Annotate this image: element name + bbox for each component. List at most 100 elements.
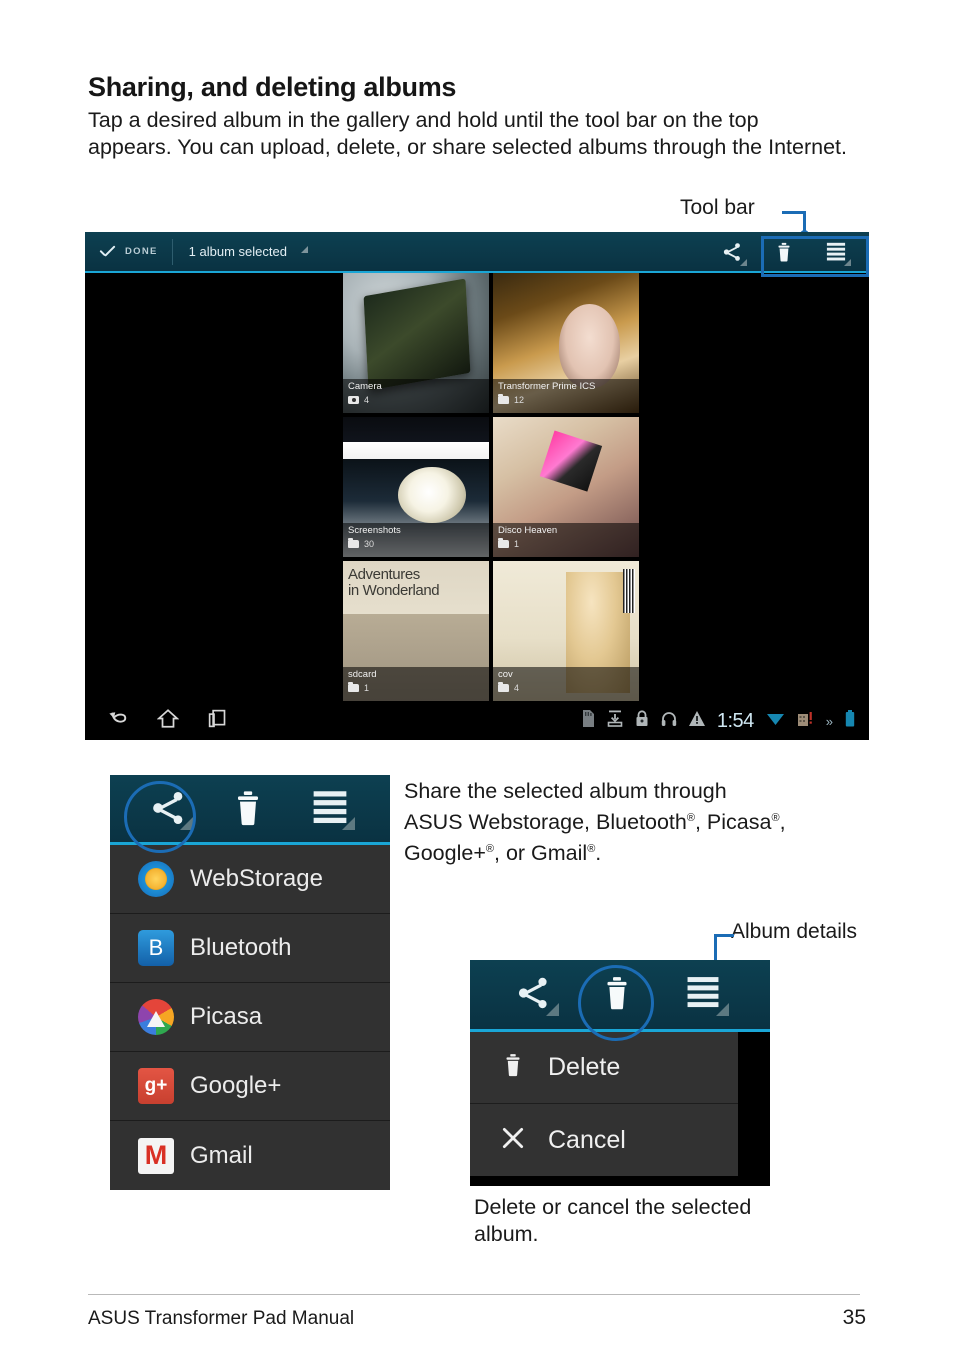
folder-icon	[498, 393, 509, 404]
album-name: Disco Heaven	[498, 525, 558, 536]
menu-icon[interactable]	[309, 788, 356, 830]
android-navigation-bar: 1:54 »	[85, 702, 869, 740]
share-item-label: WebStorage	[190, 865, 323, 892]
googleplus-icon	[138, 1068, 174, 1104]
share-description: Share the selected album through ASUS Web…	[404, 779, 786, 866]
close-icon	[500, 1125, 526, 1156]
album-tile[interactable]: cov 4	[493, 561, 639, 701]
album-caption: Transformer Prime ICS 12	[493, 379, 639, 413]
footer-divider	[88, 1294, 860, 1295]
footer-manual-title: ASUS Transformer Pad Manual	[88, 1308, 355, 1329]
share-item-googleplus[interactable]: Google+	[110, 1052, 390, 1121]
album-count: 4	[364, 395, 370, 405]
folder-icon	[498, 537, 509, 548]
share-item-label: Gmail	[190, 1141, 253, 1169]
page-title: Sharing, and deleting albums	[88, 72, 457, 102]
gallery-toolbar: DONE 1 album selected	[85, 232, 869, 273]
share-icon[interactable]	[721, 241, 747, 266]
footer-page-number: 35	[842, 1306, 866, 1329]
back-icon[interactable]	[107, 709, 129, 734]
delete-option-delete[interactable]: Delete	[470, 1032, 738, 1104]
share-item-bluetooth[interactable]: Bluetooth	[110, 914, 390, 983]
corner-indicator-icon	[545, 1002, 559, 1016]
gmail-icon	[138, 1137, 174, 1174]
share-target-list: WebStorage Bluetooth Picasa Google+ Gmai…	[110, 845, 390, 1190]
dropdown-corner-icon	[300, 246, 308, 253]
album-tile[interactable]: Adventures in Wonderland sdcard 1	[343, 561, 489, 701]
corner-indicator-icon	[342, 816, 356, 830]
album-grid-area: Camera 4 Transformer Prime ICS 12 Screen…	[85, 273, 869, 702]
barcode-decoration	[623, 569, 635, 613]
share-icon-highlight-circle	[124, 781, 196, 853]
toolbar-highlight-box	[761, 236, 869, 277]
status-clock: 1:54	[716, 709, 754, 732]
headphones-icon	[661, 711, 677, 732]
done-button[interactable]: DONE	[85, 232, 172, 271]
sdcard-icon	[581, 710, 595, 732]
trash-icon[interactable]	[228, 788, 272, 830]
lock-icon	[635, 710, 649, 732]
bluetooth-icon	[138, 930, 174, 966]
delete-options-list: Delete Cancel	[470, 1032, 738, 1176]
gallery-screenshot: DONE 1 album selected Camera 4 Transform…	[85, 232, 869, 740]
album-name: Transformer Prime ICS	[498, 381, 596, 392]
done-label: DONE	[125, 246, 158, 257]
album-count: 1	[514, 539, 520, 549]
album-tile[interactable]: Transformer Prime ICS 12	[493, 273, 639, 413]
callout-album-details-label: Album details	[731, 920, 858, 943]
corner-indicator-icon	[716, 1002, 730, 1016]
manual-page: Sharing, and deleting albums Tap a desir…	[0, 0, 954, 1357]
webstorage-icon	[138, 861, 174, 897]
album-caption: Disco Heaven 1	[493, 523, 639, 557]
album-tile-selected[interactable]: Screenshots 30	[343, 417, 489, 557]
album-name: sdcard	[348, 669, 377, 680]
picasa-icon	[138, 999, 174, 1035]
folder-icon	[348, 537, 359, 548]
intro-paragraph: Tap a desired album in the gallery and h…	[88, 108, 847, 159]
trash-icon	[500, 1051, 526, 1084]
share-icon[interactable]	[513, 974, 559, 1016]
folder-icon	[498, 681, 509, 692]
recents-icon[interactable]	[207, 708, 228, 734]
menu-icon[interactable]	[683, 974, 730, 1016]
album-caption: cov 4	[493, 667, 639, 701]
album-tile[interactable]: Camera 4	[343, 273, 489, 413]
share-item-label: Google+	[190, 1072, 282, 1099]
share-item-label: Bluetooth	[190, 934, 292, 961]
chevrons-icon: »	[825, 713, 833, 729]
album-name: cov	[498, 669, 513, 680]
album-name: Screenshots	[348, 525, 401, 536]
album-tile[interactable]: Disco Heaven 1	[493, 417, 639, 557]
album-count: 1	[364, 683, 370, 693]
nav-buttons	[85, 708, 228, 734]
trash-icon-highlight-circle	[578, 965, 654, 1041]
delete-option-cancel[interactable]: Cancel	[470, 1104, 738, 1176]
share-item-picasa[interactable]: Picasa	[110, 983, 390, 1052]
delete-option-label: Cancel	[548, 1125, 626, 1154]
delete-description: Delete or cancel the selected album.	[474, 1195, 752, 1246]
callout-album-details-leader-h	[714, 934, 734, 937]
battery-icon	[845, 710, 855, 732]
camera-icon	[348, 396, 359, 404]
sync-alert-icon	[797, 711, 814, 732]
home-icon[interactable]	[156, 708, 180, 734]
status-icons: 1:54 »	[581, 710, 869, 733]
delete-option-label: Delete	[548, 1053, 621, 1081]
warning-icon	[688, 711, 705, 731]
album-caption: Camera 4	[343, 379, 489, 413]
album-art-text: Adventures in Wonderland	[348, 566, 440, 599]
selection-label: 1 album selected	[188, 244, 287, 259]
album-grid: Camera 4 Transformer Prime ICS 12 Screen…	[343, 273, 639, 701]
album-count: 4	[514, 683, 520, 693]
corner-indicator-icon	[740, 258, 747, 266]
share-item-gmail[interactable]: Gmail	[110, 1121, 390, 1190]
album-caption: sdcard 1	[343, 667, 489, 701]
wifi-icon	[766, 711, 785, 731]
selection-dropdown[interactable]: 1 album selected	[173, 244, 308, 259]
album-name: Camera	[348, 381, 382, 392]
callout-toolbar-label: Tool bar	[680, 196, 755, 219]
check-icon	[99, 245, 116, 258]
share-item-webstorage[interactable]: WebStorage	[110, 845, 390, 914]
download-icon	[607, 710, 623, 732]
share-item-label: Picasa	[190, 1003, 263, 1030]
